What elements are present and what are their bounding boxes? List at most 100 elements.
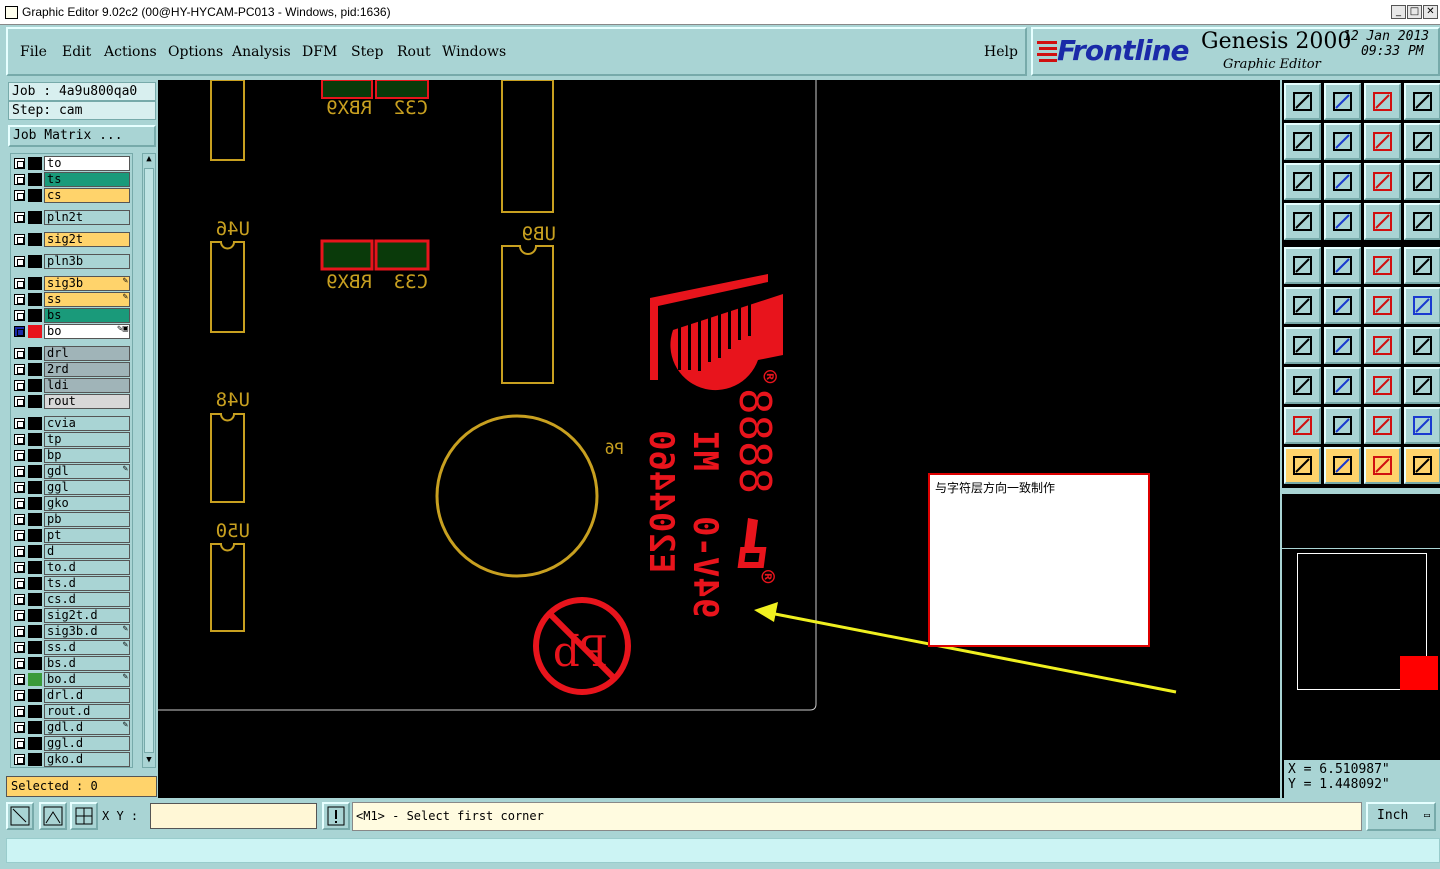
zoom-out-button[interactable] (1324, 163, 1361, 200)
layer-row-rout-d[interactable]: rout.d (11, 704, 132, 719)
scroll-up-icon[interactable]: ▲ (143, 154, 155, 166)
layer-checkbox[interactable] (14, 174, 25, 185)
minimize-button[interactable]: _ (1391, 5, 1406, 19)
layer-checkbox[interactable] (14, 326, 25, 337)
pointer-button[interactable] (1284, 447, 1321, 484)
layer-swatch[interactable] (28, 255, 42, 268)
close-button[interactable]: ✕ (1423, 5, 1438, 19)
layer-row-bo-d[interactable]: bo.d ✎ (11, 672, 132, 687)
layer-swatch[interactable] (28, 325, 42, 338)
layer-row-ggl-d[interactable]: ggl.d (11, 736, 132, 751)
layer-checkbox[interactable] (14, 738, 25, 749)
menu-analysis[interactable]: Analysis (232, 44, 291, 60)
layer-checkbox[interactable] (14, 722, 25, 733)
layer-checkbox[interactable] (14, 310, 25, 321)
angle-button[interactable] (1284, 327, 1321, 364)
select-net-button[interactable] (1404, 447, 1440, 484)
layer-swatch[interactable] (28, 641, 42, 654)
menu-rout[interactable]: Rout (397, 44, 431, 60)
layer-checkbox[interactable] (14, 498, 25, 509)
layer-name[interactable]: sig3b (44, 276, 130, 291)
layer-swatch[interactable] (28, 753, 42, 766)
scale-button[interactable] (1364, 163, 1401, 200)
layer-checkbox[interactable] (14, 158, 25, 169)
layer-row-gko[interactable]: gko (11, 496, 132, 511)
scroll-down-icon[interactable]: ▼ (143, 755, 155, 767)
layer-checkbox[interactable] (14, 610, 25, 621)
layer-name[interactable]: gdl (44, 464, 130, 479)
xy-input[interactable] (150, 803, 317, 829)
layer-swatch[interactable] (28, 233, 42, 246)
slash-button[interactable] (1324, 327, 1361, 364)
segment-button[interactable] (1324, 367, 1361, 404)
layer-checkbox[interactable] (14, 278, 25, 289)
layer-swatch[interactable] (28, 705, 42, 718)
layer-row-to[interactable]: to (11, 156, 132, 171)
layers-a-button[interactable] (1364, 203, 1401, 240)
layer-name[interactable]: gko (44, 496, 130, 511)
layer-row-drl[interactable]: drl (11, 346, 132, 361)
menu-windows[interactable]: Windows (442, 44, 506, 60)
layer-name[interactable]: ggl.d (44, 736, 130, 751)
layer-checkbox[interactable] (14, 754, 25, 765)
layer-name[interactable]: to.d (44, 560, 130, 575)
layer-checkbox[interactable] (14, 212, 25, 223)
layer-row-gko-d[interactable]: gko.d (11, 752, 132, 767)
layer-name[interactable]: ss.d (44, 640, 130, 655)
layer-name[interactable]: pt (44, 528, 130, 543)
unit-selector[interactable]: Inch ▭ (1366, 802, 1436, 831)
layer-checkbox[interactable] (14, 190, 25, 201)
select-zoom-button[interactable] (1364, 447, 1401, 484)
layer-checkbox[interactable] (14, 578, 25, 589)
layer-swatch[interactable] (28, 721, 42, 734)
layer-name[interactable]: sig2t (44, 232, 130, 247)
layer-checkbox[interactable] (14, 434, 25, 445)
layer-row-2rd[interactable]: 2rd (11, 362, 132, 377)
layer-swatch[interactable] (28, 561, 42, 574)
layer-name[interactable]: d (44, 544, 130, 559)
menu-dfm[interactable]: DFM (302, 44, 337, 60)
layers-b-button[interactable] (1404, 203, 1440, 240)
layer-name[interactable]: cs (44, 188, 130, 203)
layer-swatch[interactable] (28, 433, 42, 446)
layer-row-sig3b-d[interactable]: sig3b.d ✎ (11, 624, 132, 639)
layer-swatch[interactable] (28, 497, 42, 510)
job-matrix-button[interactable]: Job Matrix ... (8, 125, 156, 147)
node-button[interactable] (1284, 367, 1321, 404)
layer-name[interactable]: drl.d (44, 688, 130, 703)
layer-name[interactable]: gdl.d (44, 720, 130, 735)
measure-button[interactable] (1364, 367, 1401, 404)
layer-swatch[interactable] (28, 157, 42, 170)
cross-button[interactable] (1324, 287, 1361, 324)
pan-left-button[interactable] (1284, 123, 1321, 160)
select-box-button[interactable] (1324, 447, 1361, 484)
layer-row-ggl[interactable]: ggl (11, 480, 132, 495)
layer-row-gdl[interactable]: gdl ✎ (11, 464, 132, 479)
layer-row-ldi[interactable]: ldi (11, 378, 132, 393)
menu-options[interactable]: Options (168, 44, 223, 60)
layer-row-d[interactable]: d (11, 544, 132, 559)
layer-swatch[interactable] (28, 689, 42, 702)
text-flip-button[interactable] (1404, 327, 1440, 364)
layer-checkbox[interactable] (14, 418, 25, 429)
layer-checkbox[interactable] (14, 514, 25, 525)
layer-swatch[interactable] (28, 737, 42, 750)
pan-right-button[interactable] (1324, 123, 1361, 160)
layer-row-tp[interactable]: tp (11, 432, 132, 447)
home-view-button[interactable] (1284, 83, 1321, 120)
tri-mirror-button[interactable] (1364, 407, 1401, 444)
zoom-fit-button[interactable] (1324, 83, 1361, 120)
layer-checkbox[interactable] (14, 380, 25, 391)
layer-name[interactable]: to (44, 156, 130, 171)
layer-checkbox[interactable] (14, 256, 25, 267)
layer-checkbox[interactable] (14, 364, 25, 375)
undo-button[interactable] (1364, 327, 1401, 364)
line-red-button[interactable] (1364, 287, 1401, 324)
layer-row-cs-d[interactable]: cs.d (11, 592, 132, 607)
layer-row-pt[interactable]: pt (11, 528, 132, 543)
layer-checkbox[interactable] (14, 294, 25, 305)
layer-swatch[interactable] (28, 395, 42, 408)
layer-checkbox[interactable] (14, 396, 25, 407)
layer-name[interactable]: gko.d (44, 752, 130, 767)
layer-name[interactable]: cs.d (44, 592, 130, 607)
